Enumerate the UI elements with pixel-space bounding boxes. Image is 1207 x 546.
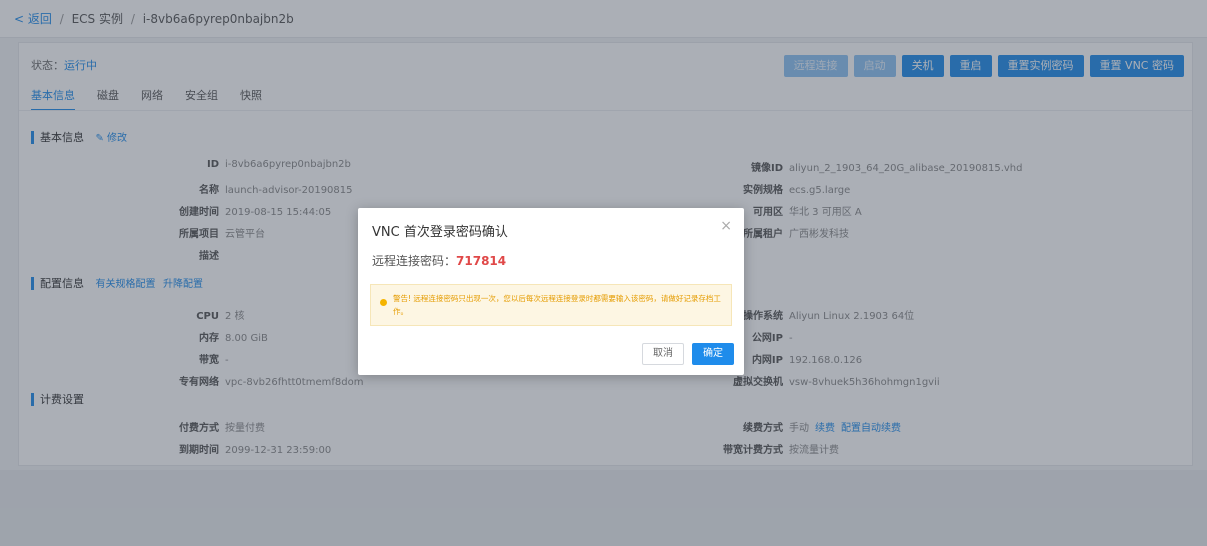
vnc-password-dialog: VNC 首次登录密码确认 × 远程连接密码：717814 警告! 远程连接密码只…: [358, 208, 744, 375]
close-icon[interactable]: ×: [720, 218, 732, 234]
password-label: 远程连接密码：: [372, 254, 457, 268]
password-line: 远程连接密码：717814: [372, 252, 506, 269]
warning-icon: [380, 299, 387, 306]
cancel-button[interactable]: 取消: [642, 343, 684, 365]
warning-box: 警告! 远程连接密码只出现一次，您以后每次远程连接登录时都需要输入该密码，请做好…: [370, 284, 732, 326]
password-value: 717814: [456, 254, 507, 268]
dialog-title: VNC 首次登录密码确认: [372, 225, 508, 240]
warning-text: 警告! 远程连接密码只出现一次，您以后每次远程连接登录时都需要输入该密码，请做好…: [393, 294, 721, 316]
confirm-button[interactable]: 确定: [692, 343, 734, 365]
dialog-footer: 取消 确定: [642, 343, 734, 365]
